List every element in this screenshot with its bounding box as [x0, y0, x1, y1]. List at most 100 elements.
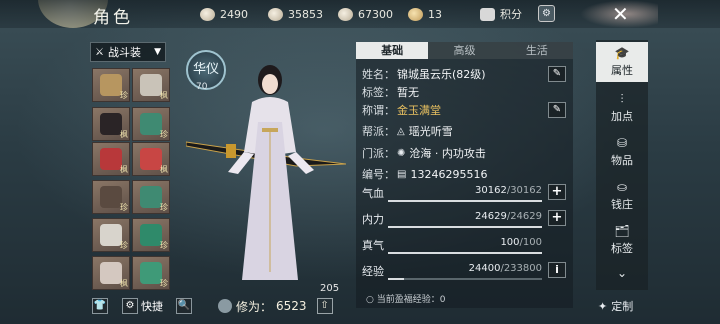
close-icon: ✕ [612, 2, 629, 26]
slot-ring[interactable]: 珍 [132, 218, 170, 252]
gear-icon: ⚙ [122, 298, 138, 314]
slot-boots[interactable]: 枫 [92, 256, 130, 290]
cultivation-label: 修为： [236, 299, 273, 314]
resource-gold: 13 [408, 6, 442, 22]
chevron-down-icon: ⌄ [616, 266, 628, 280]
custom-button[interactable]: ✦ 定制 [598, 297, 633, 315]
tab-basic[interactable]: 基础 [356, 42, 429, 59]
tag-icon: 🗂 [614, 224, 630, 238]
attribute-icon: 🎓 [614, 46, 630, 60]
edit-title-button[interactable]: ✎ [548, 102, 566, 118]
points-button[interactable]: 积分 [480, 6, 522, 22]
slot-robe[interactable]: 枫 [92, 142, 130, 176]
tab-advanced[interactable]: 高级 [428, 42, 501, 59]
slot-rarity-tag: 珍 [120, 241, 128, 250]
pet-level-number: 205 [320, 283, 340, 294]
page-title: 角色 [93, 8, 133, 28]
mp-label: 内力 [362, 213, 384, 226]
sidebar-item-label: 标签 [611, 242, 633, 255]
exp-label: 经验 [362, 265, 384, 278]
name-value: 锦城虽云乐(82级) [397, 68, 486, 81]
hp-max: 30162 [510, 185, 542, 196]
slot-skirt-item-icon [100, 224, 122, 246]
sidebar-item-3[interactable]: ⛀ 钱庄 [596, 176, 648, 216]
slot-pendant[interactable]: 珍 [132, 107, 170, 141]
bag-icon: ⛁ [616, 136, 628, 150]
title-value: 金玉满堂 [397, 104, 441, 117]
sidebar-item-label: 属性 [611, 64, 633, 77]
outfit-button[interactable]: 👕 [92, 297, 108, 315]
settings-icon[interactable]: ⚙ [538, 5, 555, 22]
sidebar-item-label: 钱庄 [611, 198, 633, 211]
sect-row: 门派： ✺ 沧海 · 内功攻击 [362, 145, 486, 161]
resource-ingot: 67300 [338, 6, 393, 22]
tag-value: 暂无 [397, 86, 419, 99]
slot-necklace[interactable]: 珍 [92, 68, 130, 102]
tag-label: 标签： [362, 86, 395, 99]
resource-silver-value: 35853 [288, 7, 323, 21]
bank-icon: ⛀ [616, 180, 628, 194]
sidebar-item-1[interactable]: ⫶ 加点 [596, 88, 648, 128]
mp-add-button[interactable]: + [548, 210, 566, 226]
slot-belt-item-icon [100, 186, 122, 208]
slot-skirt[interactable]: 珍 [92, 218, 130, 252]
sidebar-item-2[interactable]: ⛁ 物品 [596, 132, 648, 172]
qi-stat-row: 真气 100/100 [362, 237, 542, 257]
silver-icon [268, 7, 283, 21]
hp-bar-fill [388, 200, 542, 202]
slot-belt[interactable]: 珍 [92, 180, 130, 214]
slot-pendant-item-icon [140, 113, 162, 135]
slot-sword-item-icon [140, 74, 162, 96]
tab-life[interactable]: 生活 [500, 42, 573, 59]
mp-max: 24629 [510, 211, 542, 222]
exp-stat-row: 经验 24400/233800 [362, 263, 542, 283]
exp-info-button[interactable]: i [548, 262, 566, 278]
qi-current: 100 [500, 237, 520, 248]
gold-icon [408, 7, 423, 21]
close-button[interactable]: ✕ [580, 0, 658, 28]
points-icon [480, 7, 495, 21]
sect-value: 沧海 · 内功攻击 [409, 147, 486, 160]
slot-necklace-item-icon [100, 74, 122, 96]
magnifier-icon: 🔍 [176, 298, 192, 314]
quick-button[interactable]: ⚙ 快捷 [122, 297, 163, 315]
exp-hint: ○ 当前盈福经验：0 [366, 292, 445, 305]
slot-boots-item-icon [100, 262, 122, 284]
edit-name-button[interactable]: ✎ [548, 66, 566, 82]
character-model [228, 65, 314, 280]
title-row: 称谓： 金玉满堂 [362, 102, 441, 118]
equipment-set-dropdown[interactable]: ⚔ 战斗装 ▼ [90, 42, 166, 62]
resource-gold-value: 13 [428, 7, 442, 21]
inspect-button[interactable]: 🔍 [176, 297, 192, 315]
slot-bracelet[interactable]: 珍 [132, 180, 170, 214]
hp-add-button[interactable]: + [548, 184, 566, 200]
slot-rarity-tag: 珍 [120, 203, 128, 212]
guild-value: 瑶光听雪 [408, 125, 453, 138]
qi-bar-fill [388, 252, 542, 254]
slot-hair[interactable]: 枫 [92, 107, 130, 141]
name-label: 姓名： [362, 68, 395, 81]
slot-jade[interactable]: 珍 [132, 256, 170, 290]
mp-value: 24629/24629 [475, 211, 542, 222]
hp-stat-row: 气血 30162/30162 [362, 185, 542, 205]
cultivation-up-button[interactable]: ⇧ [316, 298, 333, 314]
sidebar-item-4[interactable]: 🗂 标签 [596, 220, 648, 260]
sliders-icon: ⫶ [620, 92, 624, 106]
title-badge-number: 70 [196, 82, 208, 92]
cultivation-value: 6523 [276, 299, 307, 313]
slot-hair-item-icon [100, 113, 122, 135]
slot-robe-item-icon [100, 148, 122, 170]
resource-coin-value: 2490 [220, 7, 248, 21]
circle-icon: ○ [366, 295, 377, 305]
slot-rarity-tag: 珍 [160, 130, 168, 139]
sect-label: 门派： [362, 147, 395, 160]
id-value: 13246295516 [410, 167, 488, 181]
qi-value: 100/100 [500, 237, 542, 248]
slot-sleeve[interactable]: 枫 [132, 142, 170, 176]
tag-row: 标签： 暂无 [362, 84, 419, 100]
sword-icon: ⚔ [95, 46, 104, 58]
slot-sword[interactable]: 枫 [132, 68, 170, 102]
slot-rarity-tag: 珍 [160, 279, 168, 288]
sidebar-item-0[interactable]: 🎓 属性 [596, 42, 648, 82]
sidebar-more-button[interactable]: ⌄ [596, 262, 648, 282]
